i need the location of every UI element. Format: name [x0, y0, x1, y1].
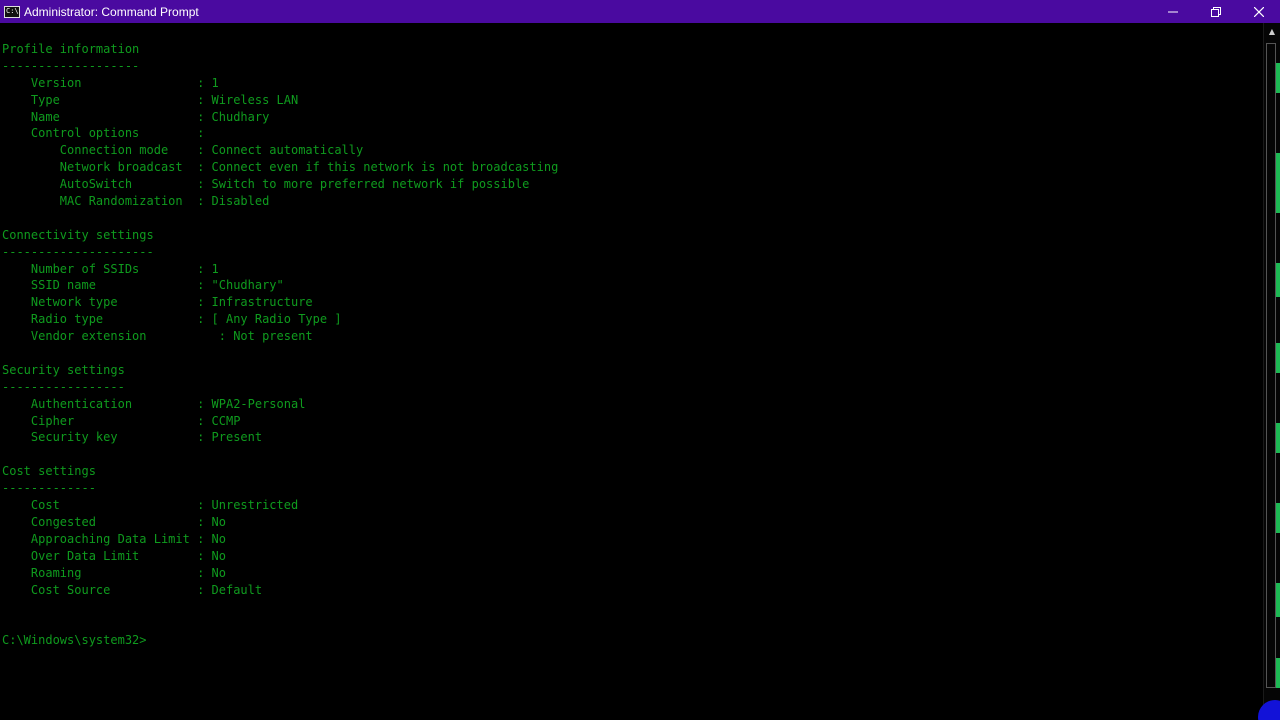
console-line: AutoSwitch : Switch to more preferred ne… — [2, 177, 530, 192]
console-line: Cost : Unrestricted — [2, 498, 299, 513]
command-prompt-window: C:\ Administrator: Command Prompt Profil… — [0, 0, 1280, 720]
restore-button[interactable] — [1194, 0, 1237, 23]
console-line: Security settings — [2, 362, 125, 377]
title-bar[interactable]: C:\ Administrator: Command Prompt — [0, 0, 1280, 23]
console-line: Number of SSIDs : 1 — [2, 261, 219, 276]
console-line: Cost Source : Default — [2, 582, 263, 597]
console-line: Profile information — [2, 42, 140, 56]
console-line: --------------------- — [2, 244, 154, 259]
console-line: Cipher : CCMP — [2, 413, 241, 428]
console-line: Network broadcast : Connect even if this… — [2, 160, 559, 175]
scroll-up-button[interactable]: ▲ — [1264, 23, 1280, 40]
console-line: SSID name : "Chudhary" — [2, 278, 284, 293]
scroll-marker — [1276, 503, 1280, 533]
window-controls — [1151, 0, 1280, 23]
scroll-marker — [1276, 583, 1280, 617]
console-line: ------------- — [2, 481, 96, 496]
scroll-marker — [1276, 63, 1280, 93]
console-line: Approaching Data Limit : No — [2, 531, 226, 546]
console-line: Authentication : WPA2-Personal — [2, 396, 306, 411]
console-line: C:\Windows\system32> — [2, 633, 147, 648]
scroll-marker — [1276, 423, 1280, 453]
minimize-button[interactable] — [1151, 0, 1194, 23]
console-line: Connectivity settings — [2, 227, 154, 242]
console-line: Over Data Limit : No — [2, 548, 226, 563]
command-prompt-icon[interactable]: C:\ — [4, 5, 20, 18]
console-line: Cost settings — [2, 464, 96, 479]
console-line: Congested : No — [2, 514, 226, 529]
window-title: Administrator: Command Prompt — [24, 4, 199, 19]
close-button[interactable] — [1237, 0, 1280, 23]
scroll-marker — [1276, 263, 1280, 297]
chevron-up-icon: ▲ — [1268, 27, 1276, 36]
scroll-marker — [1276, 343, 1280, 373]
scroll-marker — [1276, 658, 1280, 688]
console-line: Radio type : [ Any Radio Type ] — [2, 312, 342, 327]
console-line: Network type : Infrastructure — [2, 295, 313, 310]
scrollbar-thumb[interactable] — [1266, 43, 1276, 688]
restore-icon — [1210, 6, 1221, 17]
console-line: Version : 1 — [2, 75, 219, 90]
console-line: Control options : — [2, 126, 205, 141]
console-line: ------------------- — [2, 58, 140, 73]
console-line: Roaming : No — [2, 565, 226, 580]
scroll-marker — [1276, 153, 1280, 213]
console-line: ----------------- — [2, 379, 125, 394]
console-line: MAC Randomization : Disabled — [2, 194, 270, 209]
console-line: Name : Chudhary — [2, 109, 270, 124]
close-icon — [1253, 6, 1264, 17]
console-line: Type : Wireless LAN — [2, 92, 299, 107]
console-output[interactable]: Profile information ------------------- V… — [2, 41, 1262, 711]
console-line: Vendor extension : Not present — [2, 329, 313, 344]
vertical-scrollbar[interactable]: ▲ ▼ — [1258, 23, 1280, 720]
console-line: Security key : Present — [2, 430, 263, 445]
console-line: Connection mode : Connect automatically — [2, 143, 364, 158]
minimize-icon — [1167, 11, 1178, 12]
